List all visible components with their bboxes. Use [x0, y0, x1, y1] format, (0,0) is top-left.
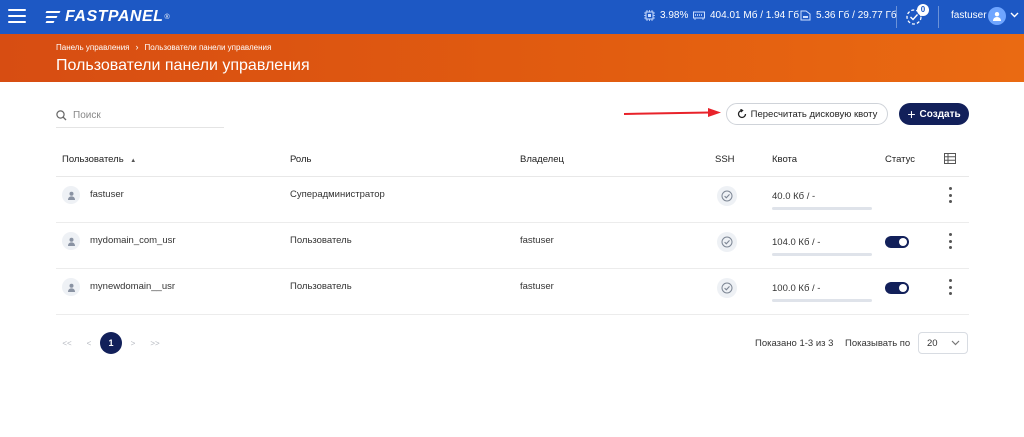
- ram-stat: 404.01 Мб / 1.94 Гб: [693, 10, 799, 21]
- topbar-divider: [896, 6, 897, 28]
- cpu-value: 3.98%: [660, 10, 689, 21]
- row-menu-icon[interactable]: [946, 187, 954, 203]
- column-owner[interactable]: Владелец: [520, 154, 564, 165]
- notification-badge: 0: [917, 4, 929, 16]
- user-quota: 40.0 Кб / -: [772, 191, 816, 202]
- first-page-button[interactable]: <<: [56, 332, 78, 354]
- page-1-button[interactable]: 1: [100, 332, 122, 354]
- per-page-select[interactable]: 20: [918, 332, 968, 354]
- column-role[interactable]: Роль: [290, 154, 312, 165]
- row-menu-icon[interactable]: [946, 233, 954, 249]
- quota-progress: [772, 207, 872, 210]
- status-toggle[interactable]: [885, 236, 909, 248]
- page-title: Пользователи панели управления: [56, 57, 310, 74]
- per-page-label: Показывать по: [845, 338, 911, 349]
- fastpanel-logo[interactable]: FASTPANEL ®: [45, 8, 170, 26]
- logo-registered: ®: [164, 13, 170, 21]
- user-role: Пользователь: [290, 281, 352, 292]
- user-name[interactable]: mydomain_com_usr: [90, 235, 176, 246]
- chevron-down-icon[interactable]: [1010, 12, 1019, 18]
- plus-icon: +: [907, 106, 916, 122]
- create-label: Создать: [919, 108, 961, 120]
- pagination: << < 1 > >>: [56, 332, 166, 354]
- username[interactable]: fastuser: [951, 10, 987, 21]
- page-header: Панель управления › Пользователи панели …: [0, 34, 1024, 82]
- search-box: [56, 104, 224, 128]
- red-arrow-annotation: [624, 108, 721, 117]
- column-ssh: SSH: [715, 154, 735, 165]
- menu-icon[interactable]: [8, 9, 26, 25]
- table-row[interactable]: fastuser Суперадминистратор 40.0 Кб / -: [56, 177, 969, 223]
- shown-count: Показано 1-3 из 3: [755, 338, 834, 349]
- table-row[interactable]: mynewdomain__usr Пользователь fastuser 1…: [56, 269, 969, 315]
- column-status: Статус: [885, 154, 916, 165]
- sort-asc-icon: ▲: [130, 158, 137, 164]
- prev-page-button[interactable]: <: [78, 332, 100, 354]
- cpu-icon: [644, 10, 655, 21]
- disk-value: 5.36 Гб / 29.77 Гб: [816, 10, 897, 21]
- last-page-button[interactable]: >>: [144, 332, 166, 354]
- logo-mark: [45, 11, 61, 23]
- user-owner: fastuser: [520, 235, 554, 246]
- table-row[interactable]: mydomain_com_usr Пользователь fastuser 1…: [56, 223, 969, 269]
- user-role: Суперадминистратор: [290, 189, 385, 200]
- user-role: Пользователь: [290, 235, 352, 246]
- search-input[interactable]: [73, 110, 213, 121]
- quota-progress: [772, 299, 872, 302]
- recalculate-quota-label: Пересчитать дисковую квоту: [750, 108, 878, 120]
- ssh-check-icon: [717, 232, 737, 252]
- row-menu-icon[interactable]: [946, 279, 954, 295]
- breadcrumb-separator: ›: [135, 42, 139, 52]
- user-quota: 104.0 Кб / -: [772, 237, 821, 248]
- quota-progress: [772, 253, 872, 256]
- breadcrumb-item-dashboard[interactable]: Панель управления: [56, 43, 130, 52]
- disk-icon: [800, 10, 811, 21]
- user-name[interactable]: mynewdomain__usr: [90, 281, 175, 292]
- user-icon: [62, 186, 80, 204]
- refresh-icon: [737, 109, 746, 119]
- column-user-label: Пользователь: [62, 154, 124, 165]
- user-owner: fastuser: [520, 281, 554, 292]
- search-icon: [56, 110, 67, 121]
- user-icon: [62, 232, 80, 250]
- ssh-check-icon: [717, 186, 737, 206]
- ram-value: 404.01 Мб / 1.94 Гб: [710, 10, 800, 21]
- user-quota: 100.0 Кб / -: [772, 283, 821, 294]
- column-quota[interactable]: Квота: [772, 154, 797, 165]
- breadcrumb-item-users: Пользователи панели управления: [144, 42, 272, 52]
- column-settings-icon[interactable]: [944, 153, 956, 164]
- ram-icon: [693, 11, 705, 20]
- disk-stat: 5.36 Гб / 29.77 Гб: [800, 10, 897, 21]
- ssh-check-icon: [717, 278, 737, 298]
- create-user-button[interactable]: + Создать: [899, 103, 969, 125]
- user-icon: [62, 278, 80, 296]
- status-toggle[interactable]: [885, 282, 909, 294]
- chevron-down-icon: [951, 340, 960, 346]
- user-avatar-icon[interactable]: [988, 7, 1006, 25]
- recalculate-quota-button[interactable]: Пересчитать дисковую квоту: [726, 103, 888, 125]
- user-name[interactable]: fastuser: [90, 189, 124, 200]
- per-page-value: 20: [927, 337, 938, 349]
- column-user[interactable]: Пользователь ▲: [62, 154, 136, 165]
- notification-button[interactable]: 0: [905, 4, 929, 26]
- breadcrumb: Панель управления › Пользователи панели …: [56, 42, 271, 52]
- logo-text: FASTPANEL: [65, 8, 164, 25]
- top-bar: FASTPANEL ® 3.98% 404.01 Мб / 1.94 Гб 5.…: [0, 0, 1024, 34]
- table-header: Пользователь ▲ Роль Владелец SSH Квота С…: [56, 147, 969, 177]
- topbar-divider: [938, 6, 939, 28]
- users-table: Пользователь ▲ Роль Владелец SSH Квота С…: [56, 147, 969, 315]
- next-page-button[interactable]: >: [122, 332, 144, 354]
- cpu-stat: 3.98%: [644, 10, 688, 21]
